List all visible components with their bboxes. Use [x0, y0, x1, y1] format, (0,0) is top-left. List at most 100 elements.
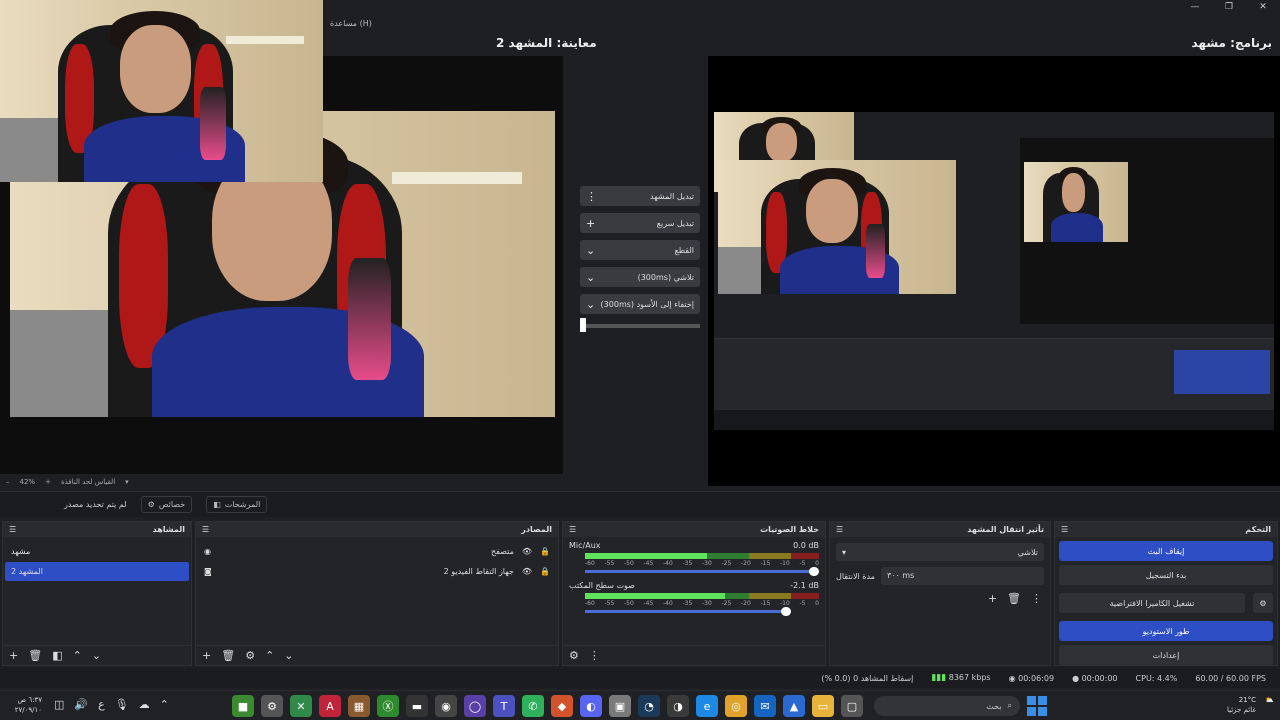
notification-icon[interactable]: ◫	[54, 698, 64, 711]
volume-slider[interactable]	[585, 567, 819, 576]
weather-icon: ⛅	[1265, 696, 1274, 704]
add-source-icon[interactable]: +	[202, 649, 211, 662]
start-button[interactable]	[1027, 696, 1047, 716]
scene-item[interactable]: مشهد	[5, 542, 189, 561]
zoom-fit-label[interactable]: القياس لحد النافذة	[61, 478, 115, 486]
whatsapp-icon[interactable]: ✆	[522, 695, 544, 717]
office-icon[interactable]: ▲	[783, 695, 805, 717]
filters-button[interactable]: ◧ المرشحات	[206, 496, 268, 513]
duration-input[interactable]: ٣٠٠ ms	[880, 567, 1044, 585]
cloud-icon[interactable]: ☁	[139, 698, 150, 711]
t-bar-slider[interactable]	[580, 318, 700, 332]
taskbar-search[interactable]: بحث ⌕	[874, 696, 1020, 716]
chevron-up-icon[interactable]: ⌃	[160, 698, 169, 711]
app-a-icon[interactable]: A	[319, 695, 341, 717]
xbox-icon[interactable]: Ⓧ	[377, 695, 399, 717]
studio-mode-button[interactable]: طور الاستوديو	[1059, 621, 1273, 641]
lock-icon[interactable]: 🔒	[540, 567, 550, 576]
more-icon[interactable]: ⋮	[589, 649, 600, 662]
menu-help[interactable]: مساعدة (H)	[330, 19, 372, 28]
camera-icon: ◙	[204, 566, 212, 576]
close-icon[interactable]: ✕	[1246, 0, 1280, 14]
more-icon[interactable]: ⋮	[586, 190, 597, 203]
steam-icon[interactable]: ◔	[638, 695, 660, 717]
dock-menu-icon[interactable]: ☰	[569, 525, 576, 534]
outlook-icon[interactable]: ✉	[754, 695, 776, 717]
zoom-in-button[interactable]: +	[45, 478, 51, 486]
terminal-icon[interactable]: ▬	[406, 695, 428, 717]
mixer-settings-icon[interactable]: ⚙	[569, 649, 579, 662]
filter-icon[interactable]: ◧	[52, 649, 62, 662]
meter-tick: -50	[624, 600, 634, 607]
start-record-button[interactable]: بدء التسجيل	[1059, 565, 1273, 585]
language-indicator[interactable]: ع	[98, 698, 105, 711]
source-item[interactable]: ◙ 🔒 👁 جهاز التقاط الفيديو 2	[196, 561, 558, 581]
no-source-label: لم يتم تحديد مصدر	[64, 500, 127, 509]
scene-item-selected[interactable]: المشهد 2	[5, 562, 189, 581]
move-up-icon[interactable]: ⌃	[265, 649, 274, 662]
add-scene-icon[interactable]: +	[9, 649, 18, 662]
chevron-down-icon[interactable]: ▾	[125, 478, 129, 486]
obs-icon[interactable]: ◉	[435, 695, 457, 717]
preview-title: معاينة: المشهد 2	[496, 36, 597, 50]
grass-block-icon[interactable]: ▦	[348, 695, 370, 717]
gear-icon[interactable]: ⚙	[245, 649, 255, 662]
filter-icon: ◧	[213, 500, 221, 509]
dock-menu-icon[interactable]: ☰	[836, 525, 843, 534]
store-icon[interactable]: ▣	[609, 695, 631, 717]
browser-icon: ◉	[204, 546, 211, 556]
zoom-out-button[interactable]: –	[6, 478, 10, 486]
speaker-icon[interactable]: 🔊	[74, 698, 88, 711]
teams-icon[interactable]: T	[493, 695, 515, 717]
virtual-camera-button[interactable]: تشغيل الكاميرا الافتراضية	[1059, 593, 1245, 613]
plus-icon[interactable]: +	[586, 217, 595, 230]
trash-icon[interactable]: 🗑	[1007, 592, 1021, 605]
meter-tick: -55	[604, 560, 615, 567]
weather-widget[interactable]: 21°C غائم جزئيا ⛅	[1227, 695, 1274, 715]
minecraft-icon[interactable]: ■	[232, 695, 254, 717]
task-view-icon[interactable]: ▢	[841, 695, 863, 717]
move-up-icon[interactable]: ⌃	[73, 649, 82, 662]
circle-app-icon[interactable]: ◯	[464, 695, 486, 717]
meter-tick: -35	[682, 600, 693, 607]
dock-menu-icon[interactable]: ☰	[9, 525, 16, 534]
quick-transition-add[interactable]: تبديل سريع +	[580, 213, 700, 233]
minimize-icon[interactable]: —	[1178, 0, 1212, 14]
trash-icon[interactable]: 🗑	[221, 649, 235, 662]
quick-switch-button[interactable]: تبديل المشهد ⋮	[580, 186, 700, 206]
xbox-bar-icon[interactable]: ✕	[290, 695, 312, 717]
fade-dropdown[interactable]: تلاشي (300ms) ⌄	[580, 267, 700, 287]
meter-tick: -10	[780, 600, 790, 607]
settings-app-icon[interactable]: ⚙	[261, 695, 283, 717]
trash-icon[interactable]: 🗑	[28, 649, 42, 662]
eye-icon[interactable]: 👁	[522, 547, 532, 556]
source-item[interactable]: ◉ 🔒 👁 متصفح	[196, 541, 558, 561]
properties-button[interactable]: ⚙ خصائص	[140, 496, 193, 513]
fade-black-dropdown[interactable]: إختفاء إلى الأسود (300ms) ⌄	[580, 294, 700, 314]
volume-slider[interactable]	[585, 607, 791, 616]
brave-icon[interactable]: ◆	[551, 695, 573, 717]
mixer-channel: Mic/Aux 0.0 dB -60 -55 -50 -45 -40 -35 -30 -25 -2…	[563, 537, 825, 577]
steam-alt-icon[interactable]: ◑	[667, 695, 689, 717]
edge-icon[interactable]: e	[696, 695, 718, 717]
folder-icon[interactable]: ▭	[812, 695, 834, 717]
eye-icon[interactable]: 👁	[522, 567, 532, 576]
chevron-down-icon: ▾	[842, 547, 847, 557]
lock-icon[interactable]: 🔒	[540, 547, 550, 556]
maximize-icon[interactable]: ❐	[1212, 0, 1246, 14]
move-down-icon[interactable]: ⌄	[284, 649, 293, 662]
dock-menu-icon[interactable]: ☰	[202, 525, 209, 534]
settings-button[interactable]: إعدادات	[1059, 645, 1273, 665]
stop-stream-button[interactable]: إيقاف البث	[1059, 541, 1273, 561]
discord-icon[interactable]: ◐	[580, 695, 602, 717]
more-icon[interactable]: ⋮	[1031, 592, 1042, 605]
chrome-icon[interactable]: ◎	[725, 695, 747, 717]
mic-icon[interactable]: 🎙	[115, 698, 129, 711]
clock[interactable]: ٦:٣٧ ص ٢٧/٠٩/١٠	[6, 695, 42, 715]
move-down-icon[interactable]: ⌄	[92, 649, 101, 662]
transition-select[interactable]: تلاشي ▾	[836, 543, 1044, 561]
gear-icon[interactable]: ⚙	[1253, 593, 1273, 613]
add-transition-icon[interactable]: +	[988, 592, 997, 605]
dock-menu-icon[interactable]: ☰	[1061, 525, 1068, 534]
cut-dropdown[interactable]: القطع ⌄	[580, 240, 700, 260]
